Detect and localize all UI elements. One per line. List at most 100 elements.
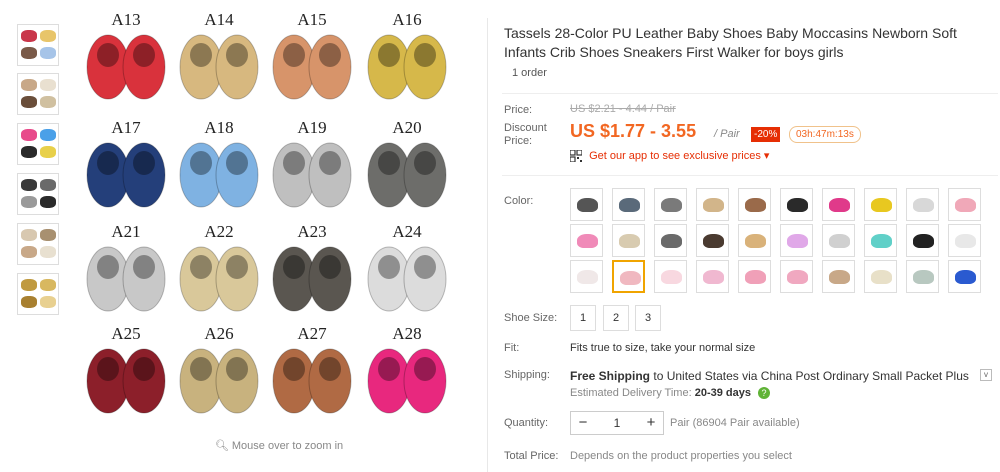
thumbnail-shoe	[21, 146, 37, 158]
color-swatch[interactable]	[570, 224, 603, 257]
thumbnail-6[interactable]	[17, 273, 59, 315]
color-swatch[interactable]	[696, 188, 729, 221]
thumbnail-shoe	[21, 79, 37, 91]
original-price: US $2.21 - 4.44 / Pair	[570, 103, 676, 115]
thumbnail-shoe	[21, 129, 37, 141]
thumbnail-shoe	[21, 296, 37, 308]
color-swatch[interactable]	[822, 260, 855, 293]
color-swatch[interactable]	[864, 188, 897, 221]
thumbnail-shoe	[21, 30, 37, 42]
product-variant-A27: A27	[272, 324, 352, 414]
thumbnail-shoe	[40, 79, 56, 91]
shoe-opening	[226, 151, 248, 175]
variant-label: A20	[392, 118, 421, 137]
color-swatch[interactable]	[864, 224, 897, 257]
product-variant-A15: A15	[272, 10, 352, 100]
color-swatch[interactable]	[906, 224, 939, 257]
shoe-opening	[378, 151, 400, 175]
color-swatch[interactable]	[780, 188, 813, 221]
shoe-opening	[414, 357, 436, 381]
variant-label: A13	[111, 10, 140, 29]
thumbnail-shoe	[40, 179, 56, 191]
color-swatch[interactable]	[738, 188, 771, 221]
app-promo-link[interactable]: Get our app to see exclusive prices ▾	[570, 149, 769, 163]
color-swatch[interactable]	[948, 188, 981, 221]
swatch-shoe-image	[829, 234, 850, 248]
zoom-hint: 🔍︎ Mouse over to zoom in	[73, 439, 485, 452]
variant-label: A25	[111, 324, 140, 343]
color-swatch[interactable]	[864, 260, 897, 293]
shoe-opening	[190, 357, 212, 381]
color-swatch[interactable]	[822, 188, 855, 221]
shipping-dropdown-icon[interactable]: v	[980, 369, 992, 381]
thumbnail-2[interactable]	[17, 73, 59, 115]
thumbnail-shoe	[40, 196, 56, 208]
shoe-opening	[97, 151, 119, 175]
quantity-increase-button[interactable]: +	[639, 412, 663, 434]
color-swatch[interactable]	[696, 224, 729, 257]
fit-label: Fit:	[504, 342, 520, 354]
variant-label: A27	[297, 324, 327, 343]
shoe-opening	[97, 357, 119, 381]
color-swatch[interactable]	[906, 260, 939, 293]
shoe-opening	[97, 255, 119, 279]
color-swatch[interactable]	[654, 188, 687, 221]
shoe-opening	[319, 151, 341, 175]
color-swatch[interactable]	[570, 260, 603, 293]
quantity-decrease-button[interactable]: −	[571, 412, 595, 434]
thumbnail-4[interactable]	[17, 173, 59, 215]
size-option-3[interactable]: 3	[635, 305, 661, 331]
countdown-timer: 03h:47m:13s	[789, 126, 861, 143]
shipping-label: Shipping:	[504, 369, 550, 381]
discount-badge: -20%	[751, 127, 781, 142]
free-shipping: Free Shipping	[570, 369, 651, 383]
product-variant-A17: A17	[86, 118, 166, 208]
total-price-note: Depends on the product properties you se…	[570, 450, 792, 462]
color-swatch[interactable]	[612, 260, 645, 293]
color-swatch[interactable]	[780, 260, 813, 293]
swatch-shoe-image	[619, 198, 640, 212]
thumbnail-5[interactable]	[17, 223, 59, 265]
color-swatch[interactable]	[612, 188, 645, 221]
shoe-opening	[283, 255, 305, 279]
color-swatch[interactable]	[906, 188, 939, 221]
size-option-1[interactable]: 1	[570, 305, 596, 331]
color-swatch[interactable]	[738, 224, 771, 257]
color-swatch[interactable]	[654, 224, 687, 257]
shoe-opening	[133, 151, 155, 175]
color-swatch[interactable]	[738, 260, 771, 293]
color-swatch[interactable]	[948, 260, 981, 293]
shipping-method[interactable]: Free Shipping to United States via China…	[570, 369, 969, 383]
help-icon[interactable]: ?	[758, 387, 771, 400]
delivery-label: Estimated Delivery Time:	[570, 387, 692, 399]
thumbnail-1[interactable]	[17, 24, 59, 66]
qr-code-icon	[570, 150, 582, 163]
shoe-opening	[226, 255, 248, 279]
color-swatch[interactable]	[822, 224, 855, 257]
product-variant-A14: A14	[179, 10, 259, 100]
variant-label: A18	[204, 118, 233, 137]
swatch-shoe-image	[619, 234, 640, 248]
thumbnail-shoe	[21, 229, 37, 241]
thumbnail-3[interactable]	[17, 123, 59, 165]
color-swatch[interactable]	[570, 188, 603, 221]
variant-label: A16	[392, 10, 421, 29]
swatch-shoe-image	[955, 234, 976, 248]
thumbnail-shoe	[40, 96, 56, 108]
quantity-input[interactable]	[595, 412, 639, 434]
variant-label: A28	[392, 324, 421, 343]
color-swatch[interactable]	[696, 260, 729, 293]
swatch-shoe-image	[871, 270, 892, 284]
shoe-opening	[319, 255, 341, 279]
swatch-shoe-image	[871, 198, 892, 212]
color-swatch[interactable]	[612, 224, 645, 257]
main-product-image[interactable]: A13 A14 A15 A16 A17 A18 A19 A20 A21 A22 A23 A24 A25 A…	[73, 0, 485, 472]
size-option-2[interactable]: 2	[603, 305, 629, 331]
thumbnail-shoe	[21, 279, 37, 291]
color-swatch[interactable]	[654, 260, 687, 293]
swatch-shoe-image	[787, 234, 808, 248]
product-variant-A24: A24	[367, 222, 447, 312]
color-swatch[interactable]	[948, 224, 981, 257]
color-swatch[interactable]	[780, 224, 813, 257]
shoe-opening	[226, 357, 248, 381]
